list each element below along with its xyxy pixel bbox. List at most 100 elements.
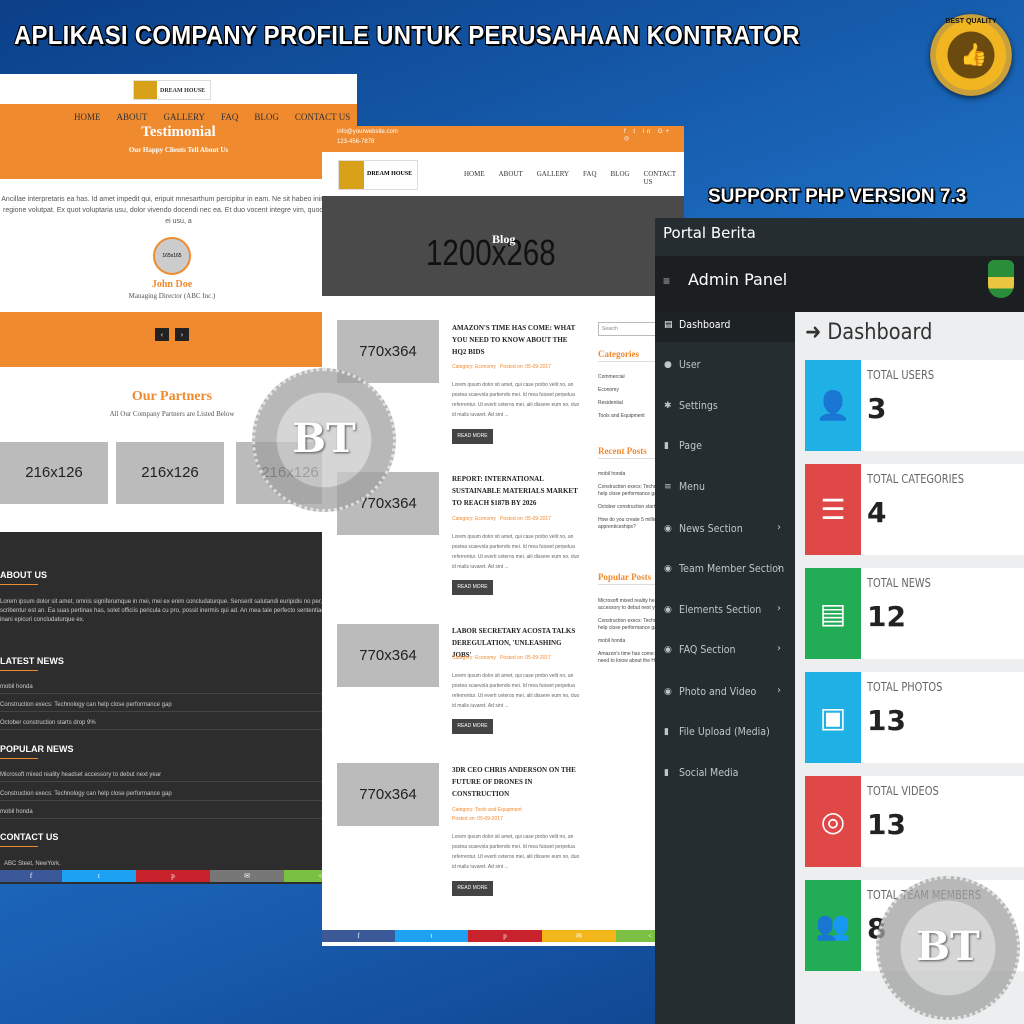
pinterest-icon[interactable]: p [468,930,542,942]
stat-card-videos[interactable]: ◎ TOTAL VIDEOS 13 [805,776,1024,867]
hamburger-icon[interactable]: ≡ [663,274,670,288]
sidebar-item-dashboard[interactable]: ▤ Dashboard [655,312,795,342]
read-more-button[interactable]: READ MORE [452,719,493,734]
nav-contact[interactable]: CONTACT US [644,170,684,186]
admin-topbar: ≡ Admin Panel [655,256,1024,312]
post-title[interactable]: 3DR CEO CHRIS ANDERSON ON THE FUTURE OF … [452,764,582,800]
camera-icon: ◎ [805,776,861,867]
pinterest-icon[interactable]: p [136,870,210,882]
footer-popular-item[interactable]: Construction execs: Technology can help … [0,791,340,801]
nav-about[interactable]: ABOUT [117,112,148,122]
footer-popular-item[interactable]: mobil honda [0,809,340,819]
stat-card-photos[interactable]: ▣ TOTAL PHOTOS 13 [805,672,1024,763]
page-icon: ▮ [664,441,669,451]
nav-blog[interactable]: BLOG [254,112,279,122]
email-icon[interactable]: ✉ [542,930,616,942]
footer-about-title: ABOUT US [0,570,47,585]
stat-value: 4 [867,496,887,529]
circle-icon: ◉ [664,605,672,615]
client-avatar: 165x165 [153,237,191,275]
testimonial-subtitle: Our Happy Clients Tell About Us [128,146,229,154]
post-meta: Category: Tools and Equipment Posted on: … [452,807,522,822]
site-logo[interactable]: DREAM HOUSE [133,80,211,100]
sidebar-item-photo-and-video[interactable]: ◉ Photo and Video › [655,679,795,709]
read-more-button[interactable]: READ MORE [452,429,493,444]
stat-card-categories[interactable]: ☰ TOTAL CATEGORIES 4 [805,464,1024,555]
gear-icon: ✱ [664,401,672,411]
watermark-logo: BT [876,876,1020,1020]
circle-icon: ◉ [664,524,672,534]
photo-icon: ▣ [805,672,861,763]
mid-social-bar: f t p ✉ < [322,930,684,942]
post-thumbnail[interactable]: 770x364 [337,763,439,826]
partner-logo[interactable]: 216x126 [116,442,224,504]
testimonial-quote: Ancillae interpretaris ea has. Id amet i… [1,196,356,225]
sidebar-item-team-member-section[interactable]: ◉ Team Member Section › [655,556,795,586]
support-php-label: SUPPORT PHP VERSION 7.3 [708,186,967,207]
post-meta: Category: Economy Posted on: 05-09-2017 [452,655,551,661]
arrow-circle-icon: ➜ [805,320,822,345]
nav-about[interactable]: ABOUT [499,170,523,186]
thumbs-up-icon: 👍 [960,42,988,67]
footer-popular-item[interactable]: Microsoft mixed reality headset accessor… [0,772,340,782]
next-arrow-button[interactable]: › [175,328,189,341]
nav-gallery[interactable]: GALLERY [164,112,206,122]
stat-value: 12 [867,600,906,633]
sidebar-item-social-media[interactable]: ▮ Social Media [655,760,795,790]
sidebar-item-settings[interactable]: ✱ Settings [655,393,795,423]
prev-arrow-button[interactable]: ‹ [155,328,169,341]
nav-faq[interactable]: FAQ [221,112,238,122]
sidebar-item-file-upload[interactable]: ▮ File Upload (Media) [655,719,795,749]
sidebar-item-faq-section[interactable]: ◉ FAQ Section › [655,637,795,667]
footer-latest-title: LATEST NEWS [0,656,64,671]
footer-latest-item[interactable]: Construction execs: Technology can help … [0,702,340,712]
file-icon: ▮ [664,727,669,737]
facebook-icon[interactable]: f [0,870,62,882]
client-name: John Doe [151,279,193,290]
stat-label: TOTAL NEWS [867,576,931,590]
hero-placeholder-size: 1200x268 [426,232,556,273]
facebook-icon[interactable]: f [322,930,395,942]
chevron-right-icon: › [777,603,781,614]
nav-contact[interactable]: CONTACT US [295,112,350,122]
post-title[interactable]: AMAZON'S TIME HAS COME: WHAT YOU NEED TO… [452,322,582,358]
stat-label: TOTAL USERS [867,368,935,382]
nav-faq[interactable]: FAQ [583,170,596,186]
post-thumbnail[interactable]: 770x364 [337,624,439,687]
add-user-icon: 👤 [805,360,861,451]
stat-value: 3 [867,392,887,425]
left-footer: ABOUT US Lorem ipsum dolor sit amet, omn… [0,532,357,884]
nav-blog[interactable]: BLOG [611,170,630,186]
admin-brand[interactable]: Portal Berita [663,224,756,242]
nav-gallery[interactable]: GALLERY [537,170,569,186]
footer-latest-item[interactable]: October construction starts drop 9% [0,720,340,730]
nav-home[interactable]: HOME [464,170,485,186]
partner-logo[interactable]: 216x126 [0,442,108,504]
site-logo[interactable]: DREAM HOUSE [338,160,418,190]
header-phone: 123-456-7878 [337,139,375,145]
post-meta: Category: Economy Posted on: 05-09-2017 [452,516,551,522]
footer-latest-item[interactable]: mobil honda [0,684,340,694]
stat-label: TOTAL VIDEOS [867,784,939,798]
read-more-button[interactable]: READ MORE [452,881,493,896]
stat-card-news[interactable]: ▤ TOTAL NEWS 12 [805,568,1024,659]
post-title[interactable]: REPORT: INTERNATIONAL SUSTAINABLE MATERI… [452,473,582,509]
stat-card-users[interactable]: 👤 TOTAL USERS 3 [805,360,1024,451]
sidebar-item-menu[interactable]: ≡ Menu [655,474,795,504]
twitter-icon[interactable]: t [62,870,136,882]
user-icon: ● [664,360,672,370]
sidebar-item-elements-section[interactable]: ◉ Elements Section › [655,597,795,627]
nav-home[interactable]: HOME [74,112,101,122]
footer-contact-address: ABC Steet, NewYork. [4,861,61,867]
sidebar-item-user[interactable]: ● User [655,352,795,382]
team-icon: 👥 [805,880,861,971]
sidebar-item-page[interactable]: ▮ Page [655,433,795,463]
footer-about-text: Lorem ipsum dolor sit amet, omnis signif… [0,599,351,623]
header-email[interactable]: info@yourwebsite.com [337,129,398,135]
twitter-icon[interactable]: t [395,930,468,942]
banner-title: APLIKASI COMPANY PROFILE UNTUK PERUSAHAA… [14,20,800,50]
sidebar-item-news-section[interactable]: ◉ News Section › [655,516,795,546]
email-icon[interactable]: ✉ [210,870,284,882]
read-more-button[interactable]: READ MORE [452,580,493,595]
header-social-icons[interactable]: f t in G+ ◎ [624,129,684,142]
